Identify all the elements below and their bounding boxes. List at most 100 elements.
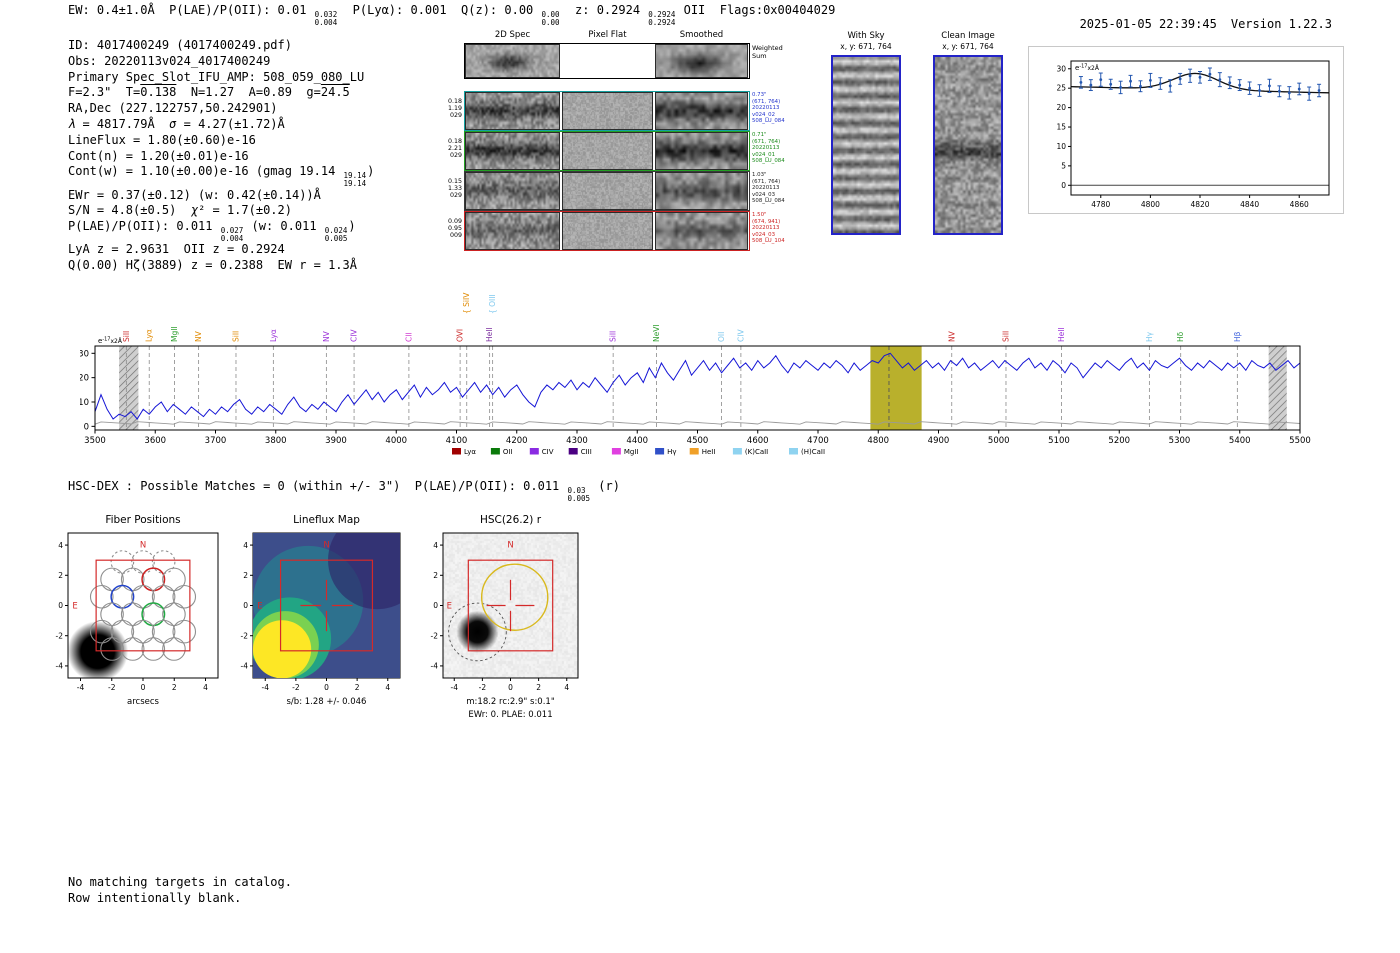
- tick-label: 20: [1056, 103, 1066, 112]
- smoothed-cutout: [655, 212, 748, 250]
- tick-label: 0: [324, 683, 329, 692]
- emission-line-label: CIV: [350, 329, 359, 342]
- data-point: [1248, 87, 1251, 90]
- withsky-coords: x, y: 671, 764: [828, 42, 904, 53]
- data-point: [1189, 74, 1192, 77]
- info-line: RA,Dec (227.122757,50.242901): [68, 101, 374, 117]
- weighted-sum-smoothed: [655, 44, 748, 78]
- info-line: P(LAE)/P(OII): 0.011 0.0270.004 (w: 0.01…: [68, 219, 374, 242]
- tick-label: Lyα: [464, 448, 476, 456]
- tick-label: 0: [84, 422, 89, 432]
- data-point: [1149, 79, 1152, 82]
- info-line: Primary Spec_Slot_IFU_AMP: 508_059_080_L…: [68, 70, 374, 86]
- spec2d-cutout: [465, 212, 560, 250]
- info-line: Cont(w) = 1.10(±0.00)e-16 (gmag 19.14 19…: [68, 164, 374, 187]
- tick-label: 3600: [144, 436, 166, 446]
- tick-label: 5400: [1229, 436, 1251, 446]
- tick-label: -4: [262, 683, 270, 692]
- info-line: LineFlux = 1.80(±0.60)e-16: [68, 133, 374, 149]
- stacked-uncertainty: 0.000.00: [542, 11, 560, 26]
- smoothed-cutout: [655, 92, 748, 130]
- withsky-header: With Sky x, y: 671, 764: [828, 31, 904, 52]
- tick-label: 4100: [446, 436, 468, 446]
- tick-label: 5300: [1169, 436, 1191, 446]
- tick-label: 4500: [687, 436, 709, 446]
- clean-image: [935, 57, 1001, 233]
- tick-label: 4700: [807, 436, 829, 446]
- tick-label: -4: [431, 662, 439, 671]
- noise-spectrum: [95, 422, 1300, 425]
- data-point: [1099, 78, 1102, 81]
- fiber-id-labels: 0.73"(671, 764)20220113v024_02508_LU_084: [752, 92, 785, 125]
- summary-line: EW: 0.4±1.0Å P(LAE)/P(OII): 0.01 0.0320.…: [68, 3, 835, 26]
- data-point: [1080, 81, 1083, 84]
- clean-title: Clean Image: [930, 31, 1006, 42]
- fiber-id-labels: 1.03"(671, 764)20220113v024_03508_LU_084: [752, 172, 785, 205]
- stacked-uncertainty: 0.030.005: [568, 487, 591, 502]
- report-meta: 2025-01-05 22:39:45Version 1.22.3: [1065, 3, 1332, 31]
- data-point: [1119, 86, 1122, 89]
- tick-label: -4: [451, 683, 459, 692]
- tick-label: 4200: [506, 436, 528, 446]
- tick-label: 30: [80, 349, 89, 359]
- tick-label: (K)CaII: [745, 448, 768, 456]
- tick-label: 0: [433, 601, 438, 610]
- emission-line-label: NV: [322, 330, 331, 342]
- tick-label: 4780: [1091, 200, 1110, 209]
- data-point: [1169, 84, 1172, 87]
- stacked-uncertainty: 19.1419.14: [344, 172, 367, 187]
- line-fit-svg: 47804800482048404860051015202530e-17x2Å: [1029, 47, 1343, 213]
- info-line: LyA z = 2.9631 OII z = 0.2924: [68, 242, 374, 258]
- emission-line-label: Lyα: [145, 329, 154, 342]
- legend-swatch: [655, 448, 664, 455]
- emission-line-label: NeVI: [652, 324, 661, 342]
- legend-swatch: [789, 448, 798, 455]
- tick-label: 4: [433, 541, 438, 550]
- tick-label: 5: [1061, 161, 1066, 170]
- data-point: [1258, 89, 1261, 92]
- data-point: [1268, 84, 1271, 87]
- info-line: λ = 4817.79Å σ = 4.27(±1.72)Å: [68, 117, 374, 133]
- emission-line-label: OII: [717, 332, 726, 342]
- tick-label: -4: [56, 662, 64, 671]
- stacked-uncertainty: 0.29240.2924: [648, 11, 675, 26]
- clean-header: Clean Image x, y: 671, 764: [930, 31, 1006, 52]
- pixel-flat-cutout: [562, 212, 653, 250]
- withsky-image-frame: [831, 55, 901, 235]
- spec2d-cutout: [465, 132, 560, 170]
- clean-coords: x, y: 671, 764: [930, 42, 1006, 53]
- emission-line-label: SiII: [231, 331, 240, 342]
- emission-line-label: CIV: [736, 329, 745, 342]
- tick-label: 4: [564, 683, 569, 692]
- tick-label: 0: [243, 601, 248, 610]
- tick-label: 10: [80, 398, 89, 408]
- tick-label: 10: [1056, 142, 1066, 151]
- stacked-uncertainty: 0.0320.004: [315, 11, 338, 26]
- masked-region: [1269, 346, 1287, 430]
- tick-label: 4: [203, 683, 208, 692]
- data-point: [1228, 81, 1231, 84]
- tick-label: 0: [141, 683, 146, 692]
- data-point: [1278, 90, 1281, 93]
- info-line: EWr = 0.37(±0.12) (w: 0.42(±0.14))Å: [68, 188, 374, 204]
- data-point: [1288, 91, 1291, 94]
- emission-line-label: HeII: [485, 327, 494, 342]
- elixer-report-page: { "meta":{"timestamp":"2025-01-05 22:39:…: [0, 0, 1400, 953]
- tick-label: -4: [77, 683, 85, 692]
- units-label: e-17x2Å: [1075, 64, 1100, 73]
- data-point: [1209, 73, 1212, 76]
- data-point: [1109, 83, 1112, 86]
- tick-label: 3500: [84, 436, 106, 446]
- fiber-weight-labels: 0.151.33029: [445, 178, 462, 200]
- data-point: [1129, 80, 1132, 83]
- legend-swatch: [612, 448, 621, 455]
- spectrum-line: [95, 353, 1300, 419]
- galaxy-blob: [456, 611, 498, 653]
- line-fit-plot: 47804800482048404860051015202530e-17x2Å: [1028, 46, 1344, 214]
- smoothed-cutout: [655, 172, 748, 210]
- fiber-weight-labels: 0.090.95009: [445, 218, 462, 240]
- tick-label: 2: [243, 571, 248, 580]
- tick-label: 0: [58, 601, 63, 610]
- tick-label: 2: [172, 683, 177, 692]
- tick-label: OII: [503, 448, 513, 456]
